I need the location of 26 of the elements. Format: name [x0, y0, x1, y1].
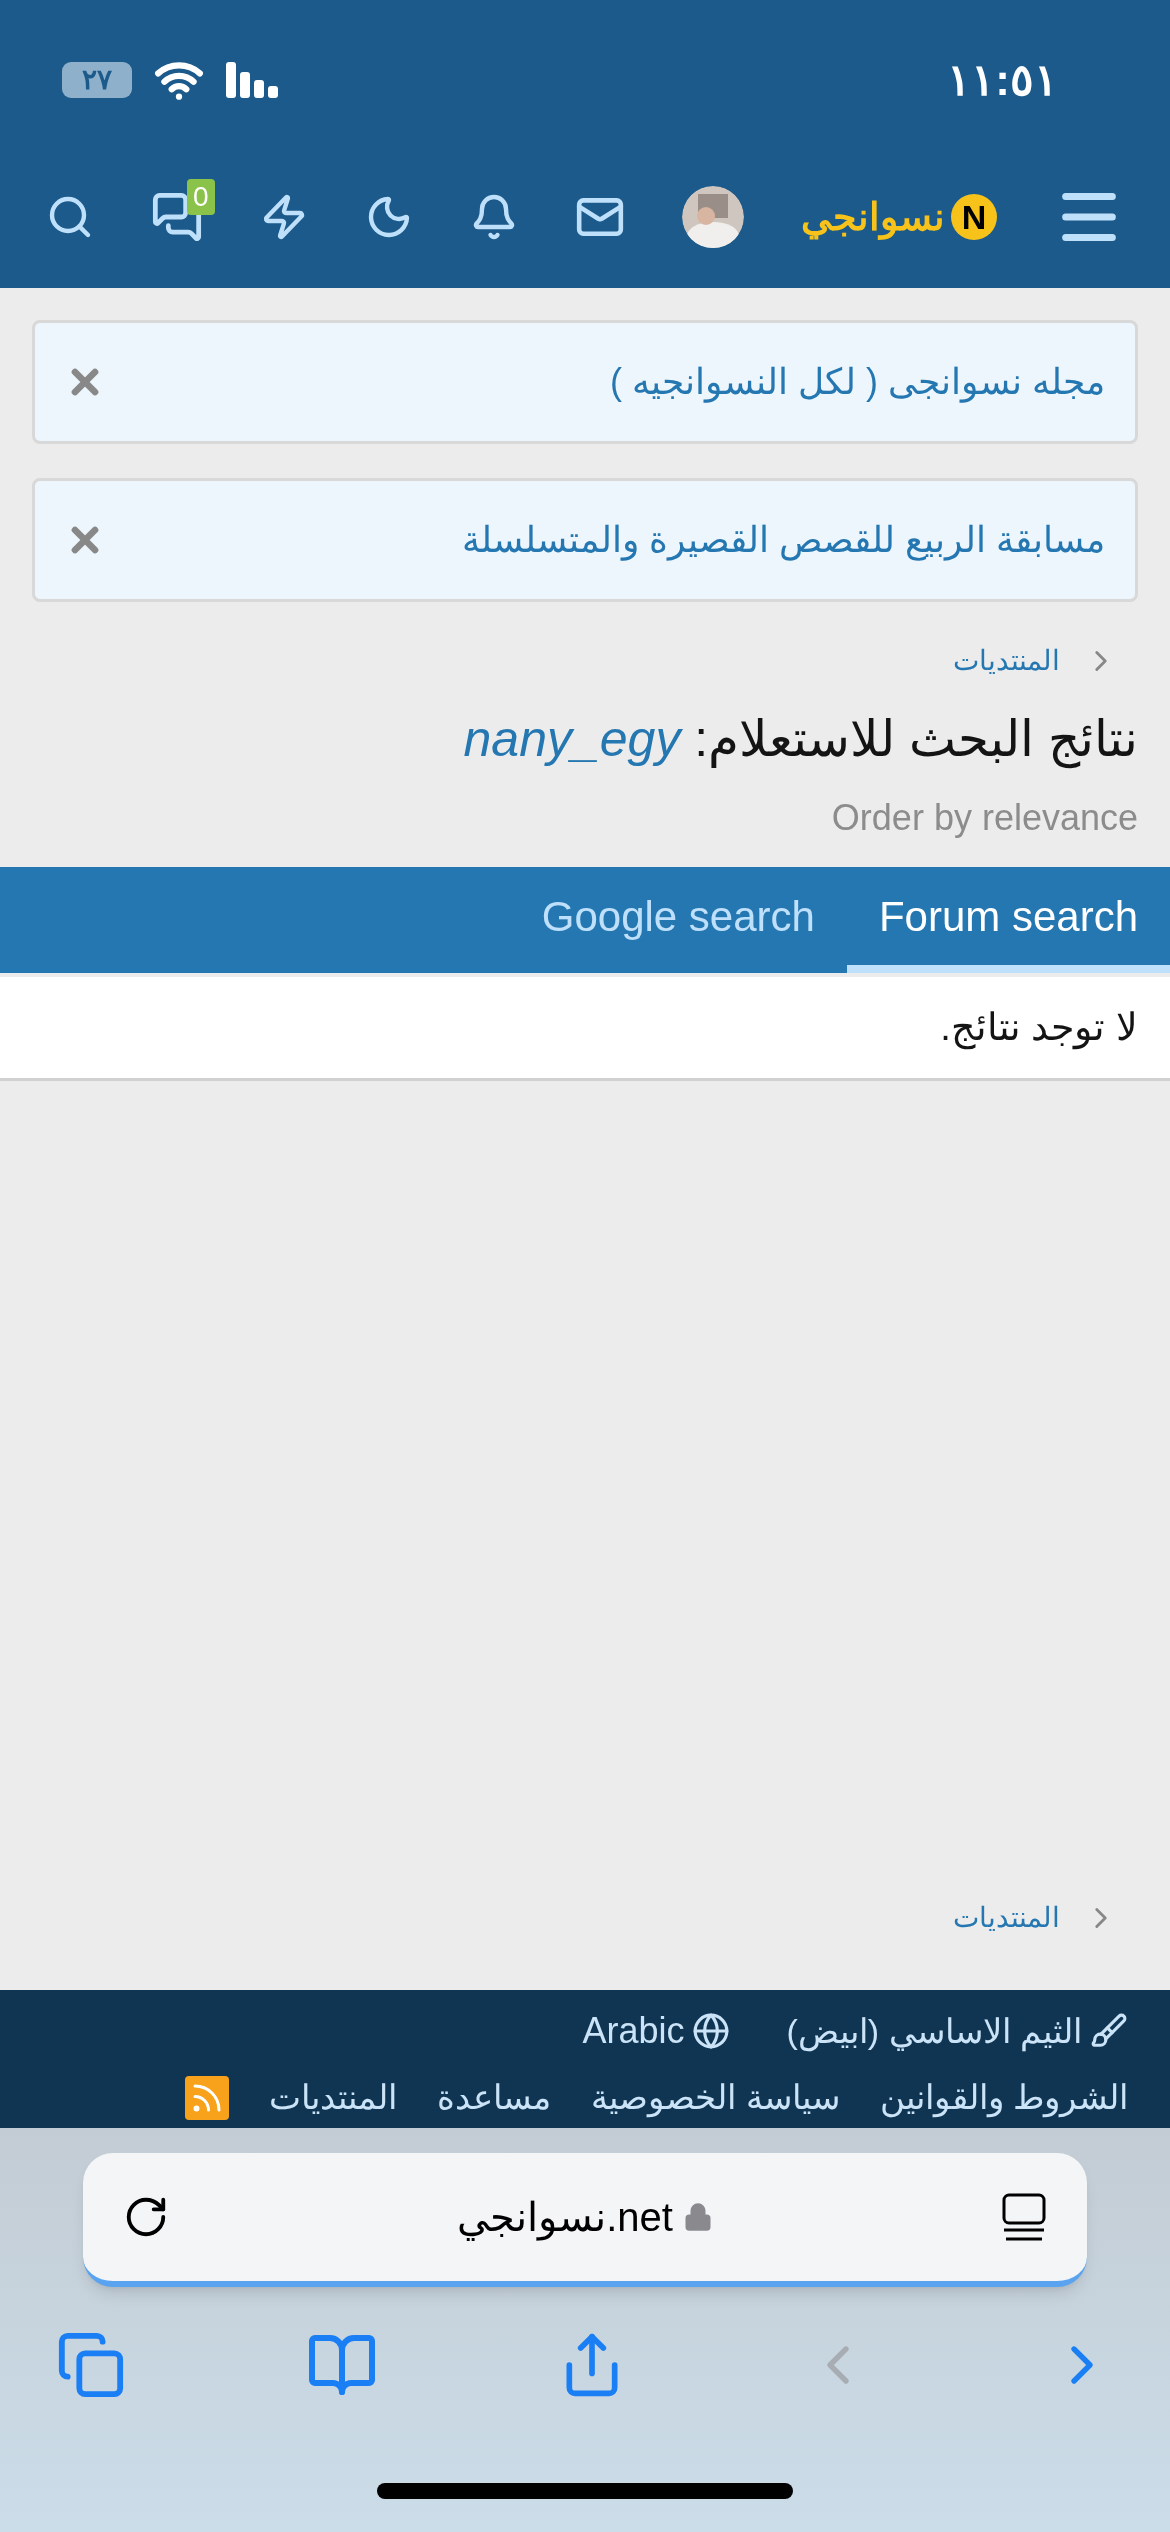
signal-icon [226, 62, 280, 98]
no-results-message: لا توجد نتائج. [940, 1005, 1138, 1052]
status-time: ١١:٥١ [947, 54, 1058, 106]
tabs-icon[interactable] [56, 2330, 126, 2400]
order-label: Order by relevance [830, 796, 1138, 840]
battery-level: ٢٧ [82, 66, 112, 94]
search-tab[interactable]: Google search [509, 867, 847, 973]
globe-icon[interactable] [692, 2012, 731, 2050]
notice-text[interactable]: مسابقة الربيع للقصص القصيرة والمتسلسلة [462, 513, 1105, 567]
theme-link[interactable]: الثيم الاساسي (ابيض) [786, 2005, 1082, 2057]
url-text: نسوانجي.net [457, 2194, 673, 2243]
logo-text[interactable]: نسوانجي [801, 188, 945, 246]
logo-badge[interactable]: N [951, 194, 997, 240]
breadcrumb-link[interactable]: المنتديات [953, 640, 1060, 682]
footer-link[interactable]: المنتديات [269, 2072, 398, 2123]
footer-link[interactable]: سياسة الخصوصية [591, 2072, 840, 2123]
message-count-badge: 0 [187, 179, 215, 215]
footer-link[interactable]: مساعدة [437, 2072, 552, 2123]
address-bar[interactable]: نسوانجي.net [83, 2153, 1087, 2287]
reader-icon[interactable] [1001, 2192, 1047, 2242]
rss-icon[interactable] [185, 2075, 230, 2120]
language-link[interactable]: Arabic [582, 2004, 685, 2058]
footer-link[interactable]: الشروط والقوانين [879, 2072, 1128, 2123]
brush-icon[interactable] [1090, 2012, 1128, 2050]
breadcrumb-link[interactable]: المنتديات [953, 1897, 1060, 1939]
notice-text[interactable]: مجله نسوانجى ( لكل النسوانجيه ) [610, 355, 1105, 409]
